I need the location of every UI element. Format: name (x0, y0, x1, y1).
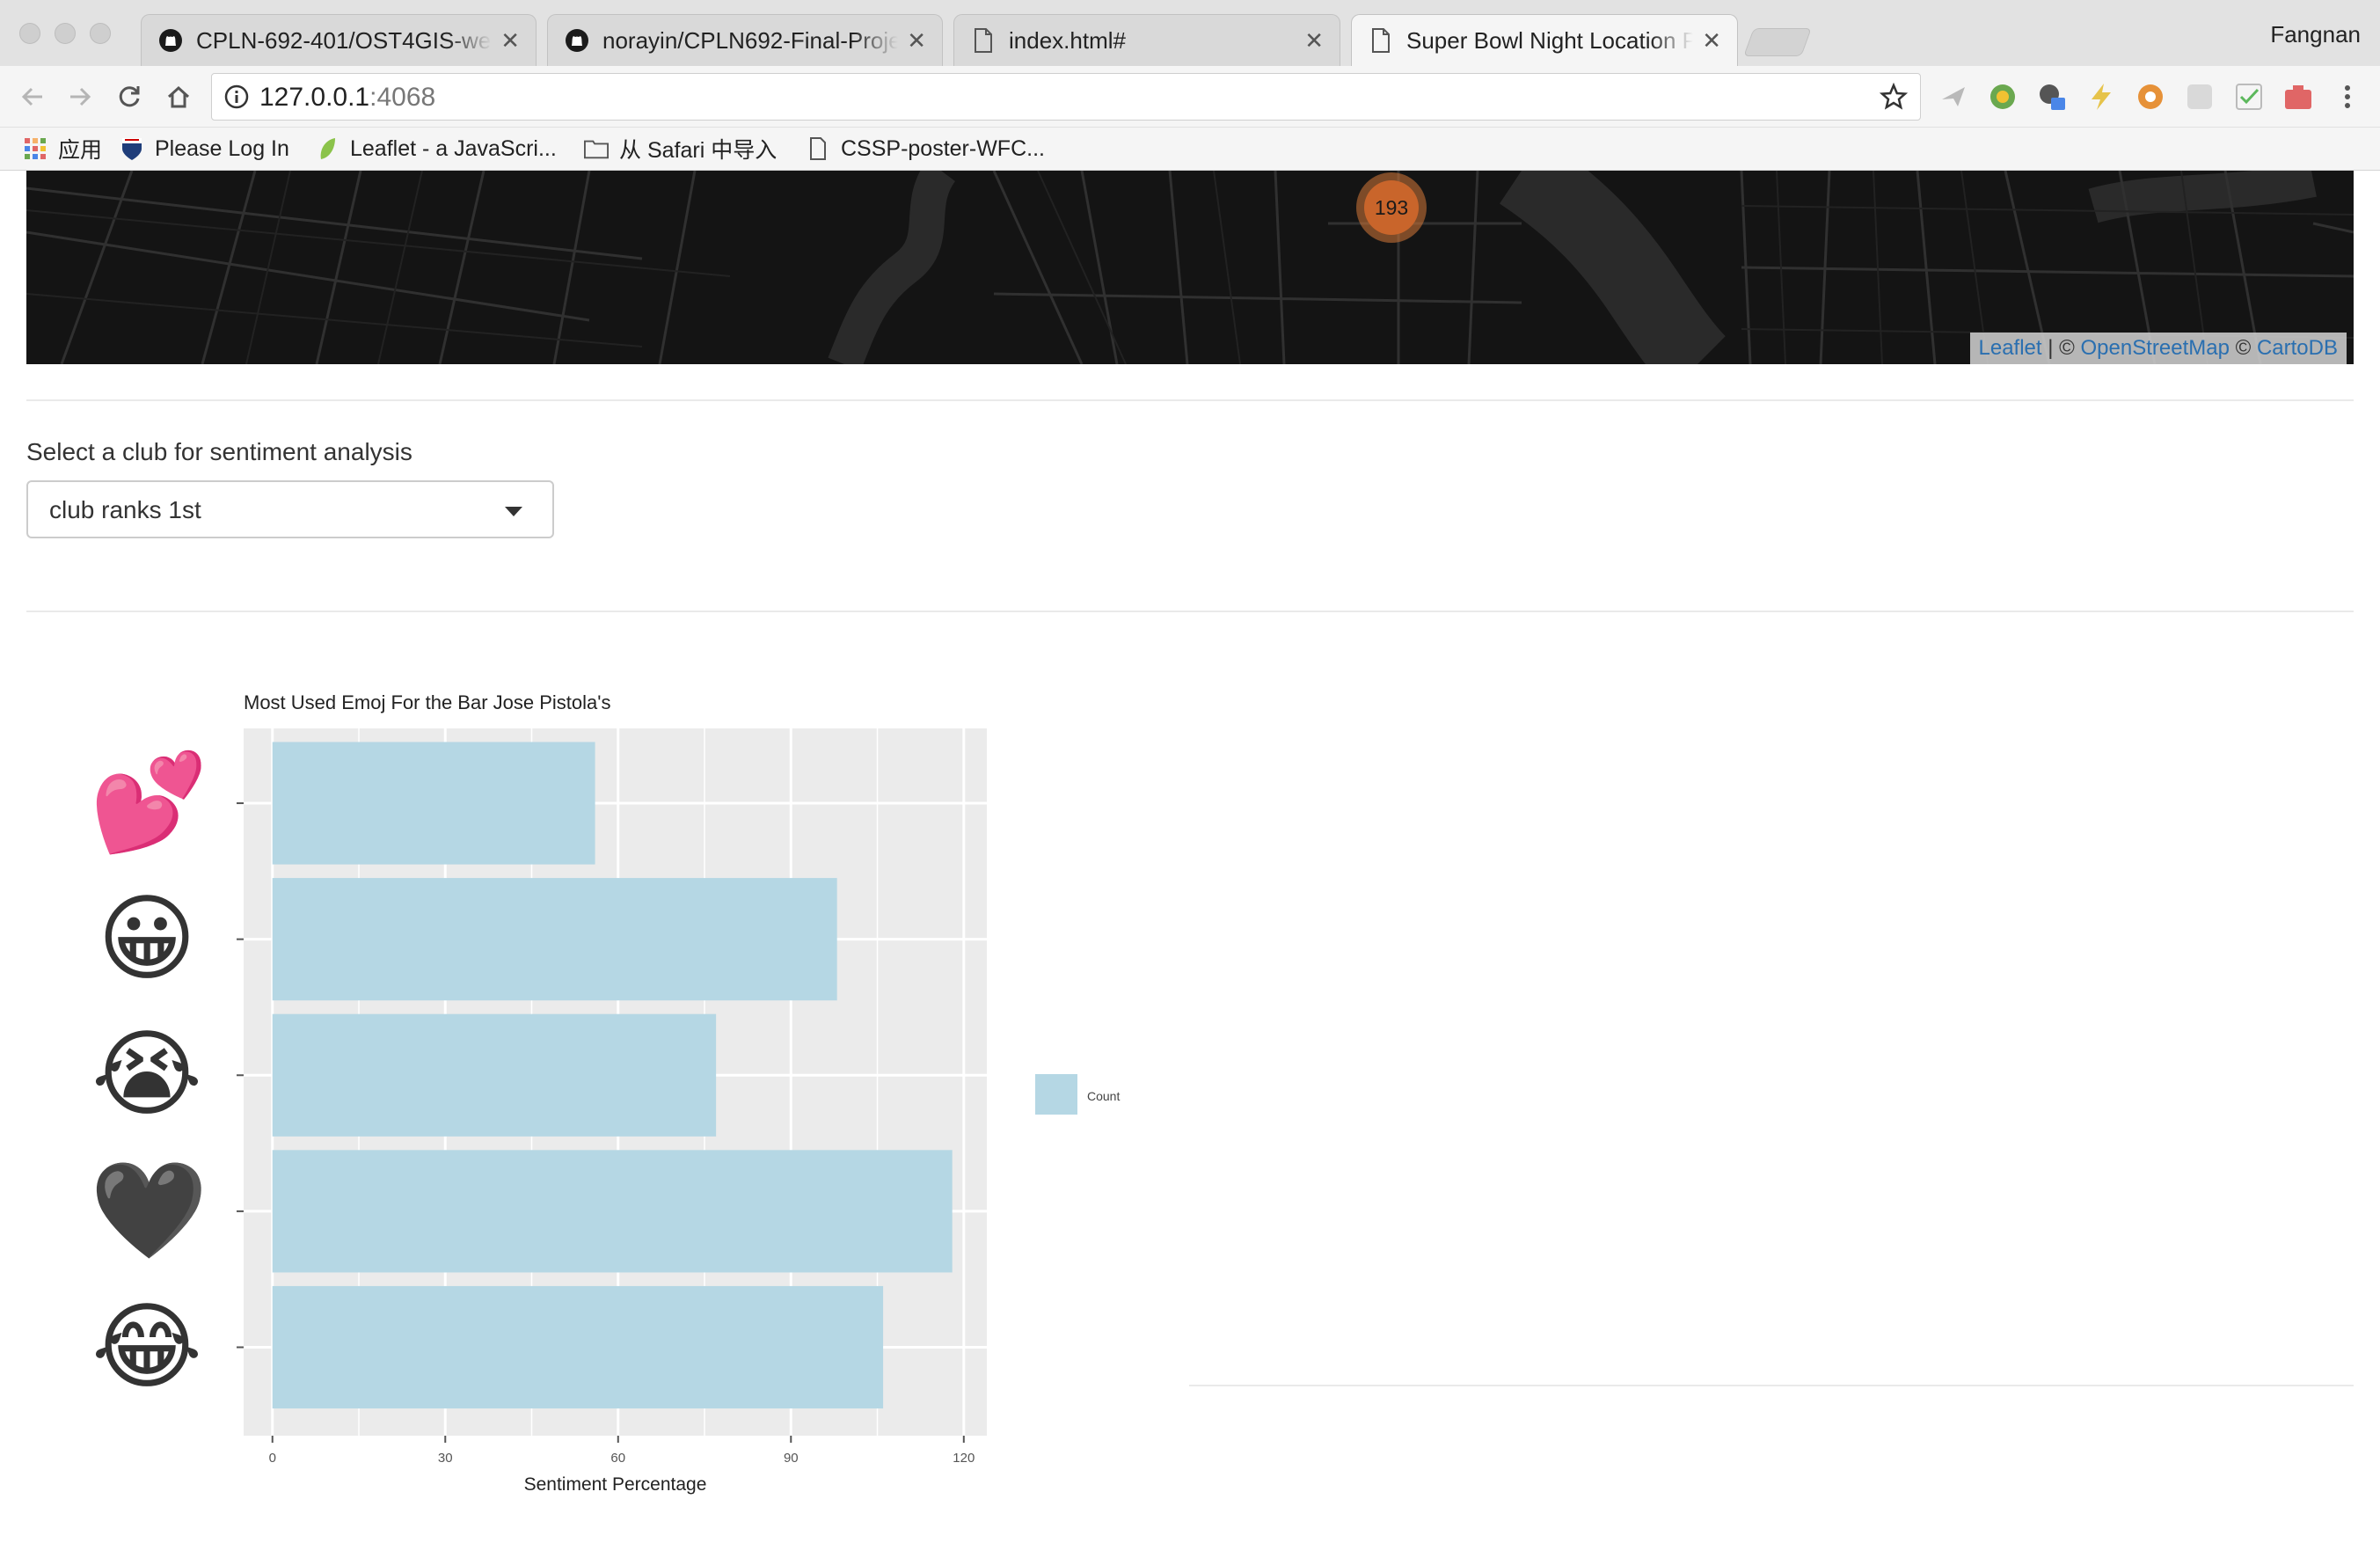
page-icon (806, 136, 830, 161)
chart-panel (244, 728, 987, 1436)
club-select[interactable]: club ranks 1st (26, 480, 554, 538)
tab-strip: CPLN-692-401/OST4GIS-week ✕ norayin/CPLN… (0, 0, 2380, 66)
loudly-crying-face-emoji-icon: 😭 (91, 1020, 203, 1130)
browser-toolbar: 127.0.0.1:4068 (0, 66, 2380, 128)
help-ring-icon[interactable] (2135, 82, 2165, 112)
black-heart-emoji-icon: 🖤 (90, 1155, 208, 1266)
url-text[interactable]: 127.0.0.1:4068 (259, 83, 435, 113)
tab-index-html[interactable]: index.html# ✕ (953, 14, 1340, 66)
penn-shield-icon (120, 136, 144, 161)
club-select-label: Select a club for sentiment analysis (26, 438, 412, 465)
bookmark-leaflet[interactable]: Leaflet - a JavaScri... (315, 133, 557, 165)
site-info-icon[interactable] (224, 84, 249, 109)
vpn-shield-icon[interactable] (1988, 82, 2018, 112)
menu-dots-icon[interactable] (2333, 82, 2362, 112)
window-close-button[interactable] (19, 23, 40, 44)
lightning-icon[interactable] (2086, 82, 2116, 112)
tab-close-icon[interactable]: ✕ (500, 27, 520, 55)
legend-swatch (1035, 1074, 1077, 1115)
new-tab-button[interactable] (1743, 28, 1812, 56)
bar-two-hearts-emoji (272, 742, 595, 865)
browser-chrome: CPLN-692-401/OST4GIS-week ✕ norayin/CPLN… (0, 0, 2380, 171)
bookmark-please-log-in[interactable]: Please Log In (120, 133, 289, 165)
bookmark-apps[interactable]: 应用 (23, 133, 102, 165)
x-tick-label: 0 (269, 1451, 276, 1466)
club-select-value: club ranks 1st (49, 496, 201, 523)
cartodb-attribution-link[interactable]: CartoDB (2257, 336, 2338, 361)
reload-icon[interactable] (111, 78, 148, 115)
tab-title: norayin/CPLN692-Final-Project (602, 26, 899, 54)
chevron-down-icon (505, 507, 522, 516)
back-icon[interactable] (14, 78, 51, 115)
bird-icon[interactable] (1938, 82, 1968, 112)
forward-icon[interactable] (62, 78, 99, 115)
tab-close-icon[interactable]: ✕ (1702, 27, 1721, 55)
x-tick-label: 90 (784, 1451, 799, 1466)
checkbox-icon[interactable] (2234, 82, 2264, 112)
bookmark-label: 从 Safari 中导入 (619, 138, 778, 163)
leaflet-attribution-link[interactable]: Leaflet (1979, 336, 2042, 361)
marker-cluster[interactable]: 193 (1356, 172, 1427, 243)
page-icon (970, 27, 997, 54)
bookmark-star-icon[interactable] (1879, 82, 1909, 111)
leaflet-map[interactable]: 193 Leaflet | © OpenStreetMap © CartoDB (26, 171, 2354, 364)
bookmark-cssp-poster[interactable]: CSSP-poster-WFC... (806, 133, 1045, 165)
section-divider (1189, 1385, 2354, 1386)
page-icon (1368, 27, 1394, 54)
tab-title: index.html# (1009, 26, 1126, 54)
tab-cpln-692-401[interactable]: CPLN-692-401/OST4GIS-week ✕ (141, 14, 537, 66)
attribution-separator: | © (2041, 336, 2081, 360)
x-tick-label: 120 (953, 1451, 975, 1466)
tab-title: Super Bowl Night Location Pop (1406, 26, 1694, 54)
bookmark-label: Leaflet - a JavaScri... (350, 135, 557, 161)
section-divider (26, 611, 2354, 612)
address-bar[interactable]: 127.0.0.1:4068 (211, 73, 1921, 121)
x-tick-label: 60 (610, 1451, 625, 1466)
grinning-face-emoji-icon: 😀 (97, 883, 197, 994)
ghost-icon[interactable] (2185, 82, 2215, 112)
tab-close-icon[interactable]: ✕ (1304, 27, 1324, 55)
bar-loudly-crying-face-emoji (272, 1013, 717, 1137)
briefcase-icon[interactable] (2283, 82, 2313, 112)
tears-of-joy-emoji-icon: 😂 (91, 1291, 203, 1402)
bookmark-label: 应用 (58, 138, 103, 163)
bookmark-label: Please Log In (155, 135, 289, 161)
bar-black-heart-emoji (272, 1150, 953, 1273)
chart-title: Most Used Emoj For the Bar Jose Pistola'… (244, 691, 610, 713)
bookmark-label: CSSP-poster-WFC... (841, 135, 1045, 161)
bookmarks-bar: 应用 Please Log In Leaflet - a JavaScri...… (0, 128, 2380, 171)
window-minimize-button[interactable] (55, 23, 76, 44)
attribution-separator: © (2229, 336, 2257, 360)
two-hearts-emoji-icon: 💕 (90, 748, 208, 859)
apps-grid-icon (23, 136, 47, 161)
bookmark-safari-import[interactable]: 从 Safari 中导入 (584, 133, 777, 165)
map-attribution: Leaflet | © OpenStreetMap © CartoDB (1969, 333, 2347, 364)
tab-cpln692-final-project[interactable]: norayin/CPLN692-Final-Project ✕ (547, 14, 943, 66)
folder-icon (584, 136, 609, 161)
extension-badge-icon[interactable] (2037, 82, 2067, 112)
x-tick-label: 30 (438, 1451, 453, 1466)
marker-cluster-count: 193 (1364, 180, 1419, 235)
tab-close-icon[interactable]: ✕ (907, 27, 926, 55)
window-zoom-button[interactable] (90, 23, 111, 44)
osm-attribution-link[interactable]: OpenStreetMap (2081, 336, 2230, 361)
x-axis-label: Sentiment Percentage (524, 1474, 707, 1495)
tab-title: CPLN-692-401/OST4GIS-week (196, 26, 493, 54)
home-icon[interactable] (160, 78, 197, 115)
bar-tears-of-joy-emoji (272, 1285, 884, 1409)
github-icon (157, 27, 184, 54)
profile-name[interactable]: Fangnan (2270, 21, 2361, 48)
legend-label: Count (1087, 1089, 1120, 1103)
section-divider (26, 399, 2354, 401)
leaflet-leaf-icon (315, 136, 339, 161)
github-icon (564, 27, 590, 54)
bar-grinning-face-emoji (272, 878, 837, 1001)
tab-super-bowl-night[interactable]: Super Bowl Night Location Pop ✕ (1351, 14, 1738, 66)
